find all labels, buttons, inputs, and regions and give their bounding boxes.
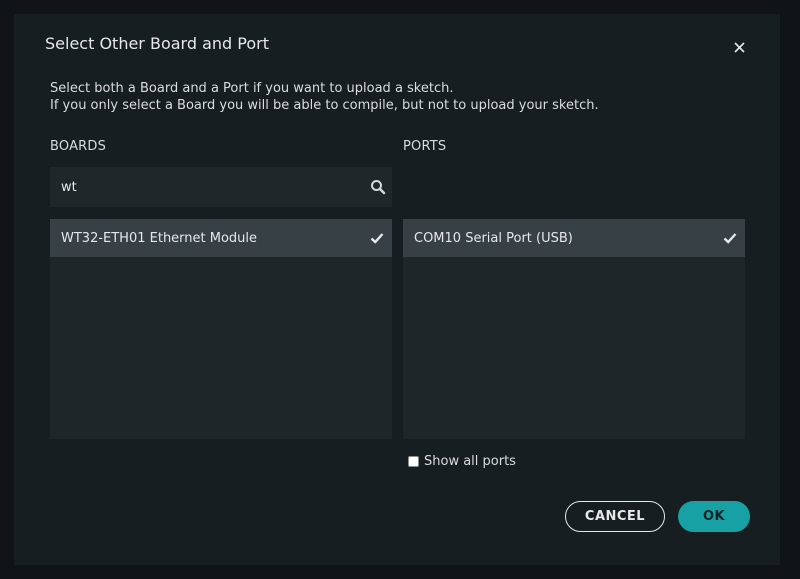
dialog-description: Select both a Board and a Port if you wa…	[50, 80, 599, 114]
cancel-button[interactable]: CANCEL	[565, 501, 665, 532]
check-icon	[723, 233, 737, 244]
description-line-1: Select both a Board and a Port if you wa…	[50, 81, 454, 96]
search-icon[interactable]	[370, 179, 386, 195]
description-line-2: If you only select a Board you will be a…	[50, 98, 599, 113]
show-all-ports-option: Show all ports	[408, 454, 516, 469]
board-item-label: WT32-ETH01 Ethernet Module	[61, 230, 258, 246]
ok-button[interactable]: OK	[678, 501, 750, 532]
boards-label: BOARDS	[50, 139, 107, 154]
ports-label: PORTS	[403, 139, 447, 154]
port-item[interactable]: COM10 Serial Port (USB)	[403, 219, 745, 257]
port-item-label: COM10 Serial Port (USB)	[414, 230, 573, 246]
board-search-box	[50, 167, 392, 207]
ports-list: COM10 Serial Port (USB)	[403, 219, 745, 439]
show-all-ports-label[interactable]: Show all ports	[424, 454, 516, 469]
close-icon	[733, 41, 745, 53]
show-all-ports-checkbox[interactable]	[408, 456, 419, 467]
board-item[interactable]: WT32-ETH01 Ethernet Module	[50, 219, 392, 257]
close-button[interactable]	[728, 36, 750, 58]
dialog-title: Select Other Board and Port	[45, 34, 269, 53]
select-board-port-dialog: Select Other Board and Port Select both …	[14, 14, 780, 565]
boards-list: WT32-ETH01 Ethernet Module	[50, 219, 392, 439]
check-icon	[370, 233, 384, 244]
board-search-input[interactable]	[50, 167, 350, 207]
